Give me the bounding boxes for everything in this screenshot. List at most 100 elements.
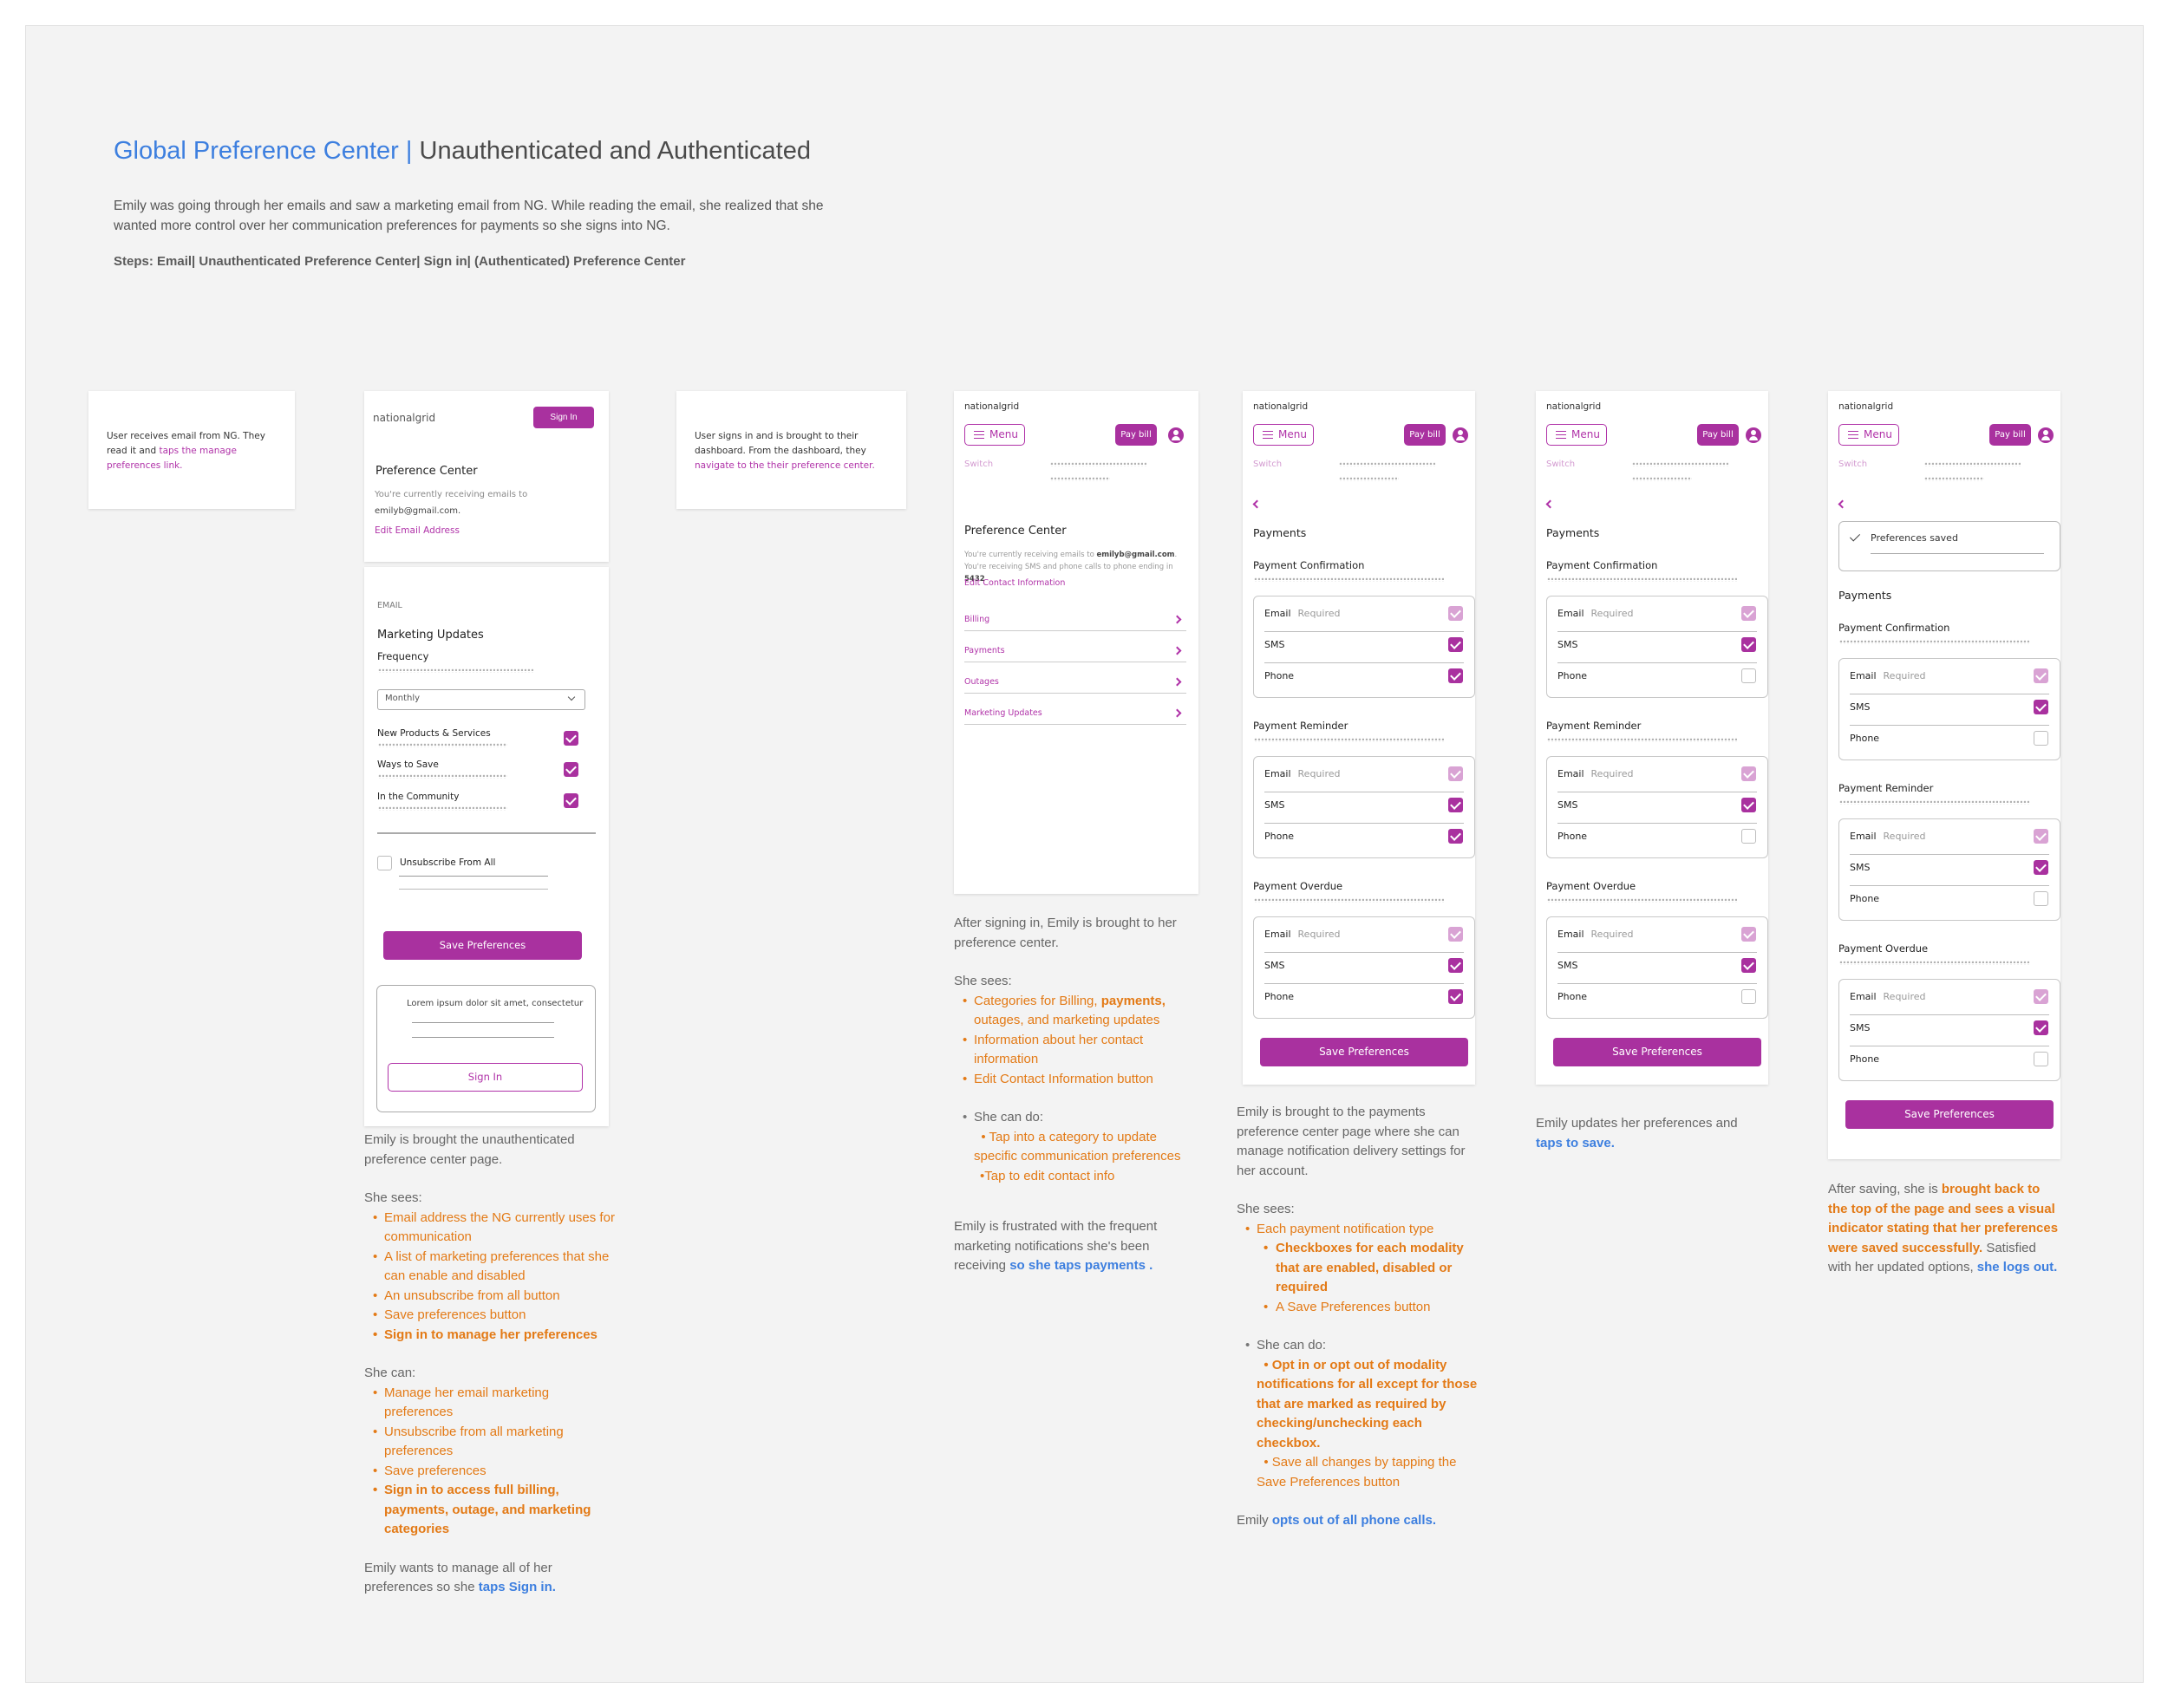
hamburger-icon — [974, 431, 984, 439]
divider — [1264, 952, 1464, 953]
preference-center-title: Preference Center — [964, 525, 1067, 538]
divider — [399, 876, 548, 877]
menu-button[interactable]: Menu — [1253, 424, 1314, 446]
pay-bill-button[interactable]: Pay bill — [1697, 424, 1739, 446]
row-sms: SMS — [1557, 639, 1578, 650]
save-preferences-button[interactable]: Save Preferences — [1845, 1100, 2054, 1129]
checkbox-phone[interactable] — [1741, 668, 1756, 683]
menu-button[interactable]: Menu — [964, 424, 1025, 446]
section-title-confirmation: Payment Confirmation — [1546, 559, 1658, 571]
placeholder-text — [1253, 897, 1444, 903]
account-avatar-icon[interactable] — [1168, 427, 1184, 443]
switch-account-link[interactable]: Switch — [1546, 460, 1575, 469]
modality-group-overdue: Email Required SMS Phone — [1838, 979, 2060, 1081]
hamburger-icon — [1263, 431, 1273, 439]
checkbox-phone[interactable] — [2034, 1052, 2048, 1066]
section-title-overdue: Payment Overdue — [1838, 942, 1929, 955]
account-avatar-icon[interactable] — [1746, 427, 1761, 443]
category-payments[interactable]: Payments — [964, 642, 1186, 674]
checkbox-phone[interactable] — [2034, 891, 2048, 906]
checkbox-phone[interactable] — [2034, 731, 2048, 746]
current-email: emilyb@gmail.com. — [375, 506, 461, 516]
row-sms: SMS — [1850, 1022, 1871, 1033]
menu-button[interactable]: Menu — [1546, 424, 1607, 446]
checkbox-phone[interactable] — [1448, 829, 1463, 844]
section-title-confirmation: Payment Confirmation — [1253, 559, 1365, 571]
step-card-text: User signs in and is brought to their da… — [695, 431, 875, 471]
hamburger-icon — [1848, 431, 1858, 439]
checkbox-sms[interactable] — [2034, 1020, 2048, 1035]
placeholder-text — [1838, 799, 2029, 805]
unauth-header-panel: nationalgrid Sign In Preference Center Y… — [364, 391, 609, 562]
checkbox-email — [1741, 606, 1756, 621]
pay-bill-button[interactable]: Pay bill — [1115, 424, 1157, 446]
modality-group-reminder: Email Required SMS Phone — [1546, 756, 1768, 858]
divider — [1557, 983, 1757, 984]
save-preferences-button[interactable]: Save Preferences — [383, 931, 582, 960]
placeholder-text — [377, 668, 533, 673]
navigate-preference-link[interactable]: navigate to the their preference center. — [695, 460, 875, 471]
category-marketing[interactable]: Marketing Updates — [964, 705, 1186, 736]
prompt-text: Lorem ipsum dolor sit amet, consectetur — [407, 999, 584, 1008]
divider — [1264, 823, 1464, 824]
note-saved: After saving, she is brought back to the… — [1828, 1182, 2059, 1274]
row-email: Email Required — [1850, 991, 1926, 1002]
checkbox-sms[interactable] — [2034, 860, 2048, 875]
pay-bill-button[interactable]: Pay bill — [1989, 424, 2031, 446]
category-billing[interactable]: Billing — [964, 611, 1186, 642]
checkbox-unsubscribe[interactable] — [377, 856, 392, 870]
sign-in-prompt-box: Lorem ipsum dolor sit amet, consectetur … — [376, 985, 596, 1112]
edit-contact-link[interactable]: Edit Contact Information — [964, 578, 1065, 588]
divider — [1264, 631, 1464, 632]
checkbox-phone[interactable] — [1448, 989, 1463, 1004]
row-phone: Phone — [1557, 670, 1588, 681]
pay-bill-button[interactable]: Pay bill — [1404, 424, 1446, 446]
sign-in-button-top[interactable]: Sign In — [533, 407, 594, 428]
placeholder-text — [1631, 476, 1692, 481]
sign-in-button-bottom[interactable]: Sign In — [388, 1063, 583, 1092]
account-avatar-icon[interactable] — [2038, 427, 2054, 443]
checkbox-ways-to-save[interactable] — [564, 762, 578, 777]
switch-account-link[interactable]: Switch — [964, 460, 993, 469]
checkbox-sms[interactable] — [2034, 700, 2048, 714]
row-email: Email Required — [1557, 929, 1634, 940]
frequency-dropdown[interactable]: Monthly — [377, 689, 585, 710]
checkbox-phone[interactable] — [1448, 668, 1463, 683]
switch-account-link[interactable]: Switch — [1838, 460, 1867, 469]
placeholder-text — [1253, 737, 1444, 742]
section-title-reminder: Payment Reminder — [1546, 720, 1642, 732]
checkbox-email — [2034, 989, 2048, 1004]
divider — [1850, 1014, 2049, 1015]
title-primary: Global Preference Center | — [114, 137, 413, 165]
checkbox-sms[interactable] — [1741, 637, 1756, 652]
note-dashboard: After signing in, Emily is brought to he… — [954, 914, 1201, 1276]
payments-screen-updated: nationalgrid Menu Pay bill Switch Payments Pa… — [1536, 391, 1768, 1085]
placeholder-text — [1338, 476, 1399, 481]
checkbox-sms[interactable] — [1741, 798, 1756, 812]
save-preferences-button[interactable]: Save Preferences — [1260, 1038, 1468, 1066]
step-card-email: User receives email from NG. They read i… — [88, 391, 295, 509]
checkbox-sms[interactable] — [1448, 958, 1463, 973]
back-arrow-icon[interactable] — [1252, 499, 1262, 509]
modality-group-confirmation: Email Required SMS Phone — [1838, 658, 2060, 760]
checkbox-sms[interactable] — [1448, 637, 1463, 652]
check-icon — [1849, 531, 1861, 542]
nationalgrid-logo: nationalgrid — [1838, 401, 1894, 412]
back-arrow-icon[interactable] — [1838, 499, 1847, 509]
checkbox-sms[interactable] — [1741, 958, 1756, 973]
checkbox-community[interactable] — [564, 793, 578, 808]
checkbox-sms[interactable] — [1448, 798, 1463, 812]
checkbox-phone[interactable] — [1741, 829, 1756, 844]
checkbox-phone[interactable] — [1741, 989, 1756, 1004]
menu-button[interactable]: Menu — [1838, 424, 1899, 446]
category-outages[interactable]: Outages — [964, 674, 1186, 705]
edit-email-link[interactable]: Edit Email Address — [375, 525, 460, 536]
row-email: Email Required — [1557, 608, 1634, 619]
account-avatar-icon[interactable] — [1453, 427, 1468, 443]
row-phone: Phone — [1264, 831, 1295, 842]
save-preferences-button[interactable]: Save Preferences — [1553, 1038, 1761, 1066]
checkbox-new-products[interactable] — [564, 731, 578, 746]
back-arrow-icon[interactable] — [1545, 499, 1555, 509]
section-title-reminder: Payment Reminder — [1253, 720, 1348, 732]
switch-account-link[interactable]: Switch — [1253, 460, 1282, 469]
